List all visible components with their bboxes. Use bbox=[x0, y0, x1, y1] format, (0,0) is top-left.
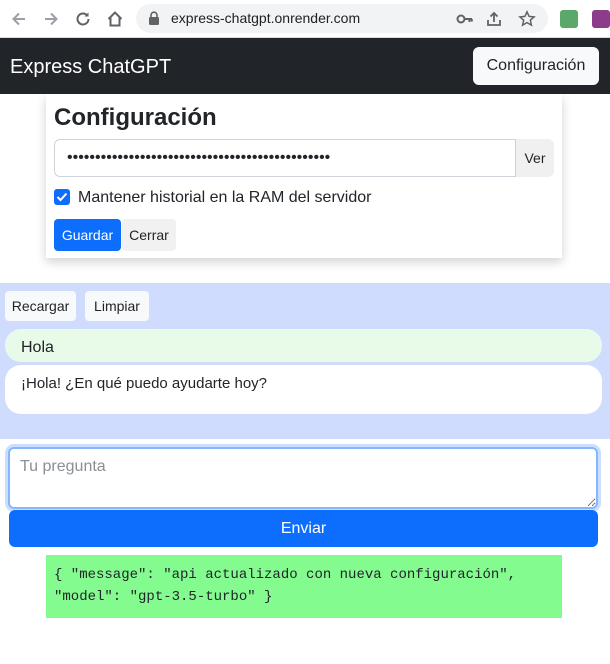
save-button[interactable]: Guardar bbox=[54, 219, 121, 251]
lock-icon bbox=[149, 11, 159, 25]
key-icon[interactable] bbox=[456, 10, 474, 28]
clear-chat-button[interactable]: Limpiar bbox=[85, 291, 149, 321]
send-button[interactable]: Enviar bbox=[9, 510, 598, 547]
checkmark-icon bbox=[56, 192, 68, 202]
show-key-button[interactable]: Ver bbox=[516, 139, 554, 177]
api-response: { "message": "api actualizado con nueva … bbox=[46, 555, 562, 618]
home-icon bbox=[107, 11, 123, 27]
address-bar[interactable]: express-chatgpt.onrender.com bbox=[136, 4, 548, 33]
extension-icon[interactable] bbox=[592, 10, 610, 28]
keep-history-label[interactable]: Mantener historial en la RAM del servido… bbox=[78, 189, 371, 207]
url-text: express-chatgpt.onrender.com bbox=[171, 10, 361, 26]
chat-area: Recargar Limpiar Hola ¡Hola! ¿En qué pue… bbox=[0, 283, 610, 439]
home-button[interactable] bbox=[105, 9, 125, 29]
configuration-title: Configuración bbox=[54, 104, 217, 131]
reload-button[interactable] bbox=[73, 9, 93, 29]
configuration-panel: Configuración Ver Mantener historial en … bbox=[46, 94, 562, 258]
app-brand[interactable]: Express ChatGPT bbox=[10, 56, 171, 79]
reload-chat-button[interactable]: Recargar bbox=[5, 291, 76, 321]
forward-button[interactable] bbox=[41, 9, 61, 29]
question-input[interactable] bbox=[8, 447, 598, 509]
configuration-button[interactable]: Configuración bbox=[473, 47, 599, 85]
back-button[interactable] bbox=[9, 9, 29, 29]
share-icon[interactable] bbox=[486, 10, 504, 28]
reload-icon bbox=[76, 12, 90, 26]
forward-icon bbox=[45, 12, 58, 26]
star-icon[interactable] bbox=[518, 10, 536, 28]
close-button[interactable]: Cerrar bbox=[122, 219, 176, 251]
back-icon bbox=[12, 12, 25, 26]
browser-toolbar: express-chatgpt.onrender.com bbox=[0, 0, 610, 38]
app-navbar: Express ChatGPT Configuración bbox=[0, 38, 610, 94]
keep-history-checkbox[interactable] bbox=[54, 189, 70, 205]
api-key-input[interactable] bbox=[54, 139, 516, 177]
extension-icon[interactable] bbox=[560, 10, 578, 28]
assistant-message: ¡Hola! ¿En qué puedo ayudarte hoy? bbox=[5, 365, 602, 414]
user-message: Hola bbox=[5, 329, 602, 362]
